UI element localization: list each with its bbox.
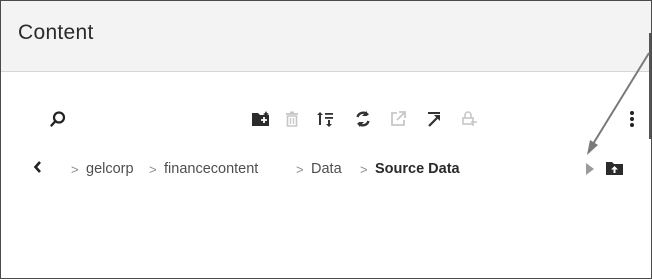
new-folder-icon[interactable] [251, 109, 271, 129]
overflow-indicator-icon [585, 163, 595, 178]
breadcrumb-item-source-data: Source Data [375, 161, 460, 177]
breadcrumb-item-gelcorp[interactable]: gelcorp [86, 161, 134, 177]
delete-icon[interactable] [282, 109, 302, 129]
breadcrumb-separator: > [71, 162, 79, 177]
panel-title: Content [18, 21, 94, 44]
lock-icon[interactable] [459, 109, 479, 129]
parent-folder-icon[interactable] [605, 159, 625, 182]
more-vertical-icon[interactable] [622, 109, 642, 129]
scrollbar[interactable] [649, 33, 651, 139]
breadcrumb-item-financecontent[interactable]: financecontent [164, 161, 258, 177]
breadcrumb-separator: > [296, 162, 304, 177]
search-icon[interactable] [48, 109, 68, 129]
breadcrumb-back-icon[interactable] [33, 159, 43, 180]
breadcrumb-item-data[interactable]: Data [311, 161, 342, 177]
panel-header: Content [1, 1, 651, 72]
open-external-icon[interactable] [388, 109, 408, 129]
expand-icon[interactable] [424, 109, 444, 129]
refresh-icon[interactable] [353, 109, 373, 129]
breadcrumb-separator: > [149, 162, 157, 177]
breadcrumb-separator: > [360, 162, 368, 177]
sort-icon[interactable] [315, 109, 335, 129]
content-panel: Content > gelcorp > financecontent > Dat… [0, 0, 652, 279]
